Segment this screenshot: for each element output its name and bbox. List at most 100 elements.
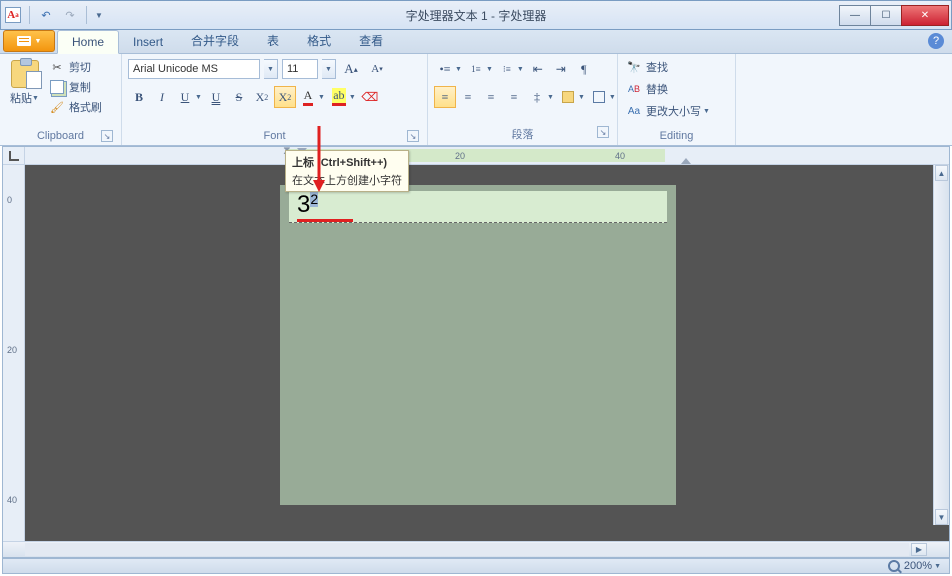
scroll-up-button[interactable]: ▲ bbox=[935, 165, 948, 181]
app-icon[interactable]: Aa bbox=[5, 7, 21, 23]
underline-button[interactable]: U bbox=[174, 86, 196, 108]
increase-indent-button[interactable]: ⇥ bbox=[550, 58, 572, 80]
ruler-tick: 20 bbox=[7, 345, 17, 355]
multilevel-button[interactable]: ⁝≡ bbox=[496, 58, 518, 80]
shrink-font-button[interactable]: A▾ bbox=[366, 58, 388, 80]
tab-table[interactable]: 表 bbox=[253, 28, 293, 53]
zoom-level[interactable]: 200% bbox=[904, 560, 932, 572]
zoom-dropdown[interactable]: ▼ bbox=[934, 563, 943, 570]
font-launcher[interactable]: ↘ bbox=[407, 130, 419, 142]
tab-insert[interactable]: Insert bbox=[119, 31, 177, 53]
help-button[interactable]: ? bbox=[928, 33, 944, 49]
font-name-dropdown[interactable]: ▼ bbox=[264, 59, 278, 79]
line-spacing-dropdown[interactable]: ▼ bbox=[547, 94, 556, 101]
font-color-button[interactable]: A bbox=[297, 86, 319, 108]
tab-selector[interactable] bbox=[3, 147, 25, 165]
change-case-button[interactable]: Aa更改大小写▼ bbox=[624, 102, 714, 120]
strikethrough-button[interactable]: S bbox=[228, 86, 250, 108]
scissors-icon: ✂ bbox=[49, 59, 65, 75]
show-marks-button[interactable]: ¶ bbox=[573, 58, 595, 80]
subscript-button[interactable]: X2 bbox=[251, 86, 273, 108]
paste-button[interactable]: 粘贴▼ bbox=[6, 58, 45, 108]
qat-separator bbox=[86, 6, 87, 24]
underline-dropdown[interactable]: ▼ bbox=[195, 94, 204, 101]
minimize-button[interactable]: — bbox=[839, 5, 871, 26]
replace-button[interactable]: AB替换 bbox=[624, 80, 714, 98]
align-justify-button[interactable]: ≡ bbox=[503, 86, 525, 108]
shading-button[interactable] bbox=[557, 86, 579, 108]
file-menu-icon bbox=[17, 36, 31, 46]
grow-font-button[interactable]: A▴ bbox=[340, 58, 362, 80]
font-size-dropdown[interactable]: ▼ bbox=[322, 59, 336, 79]
tab-view[interactable]: 查看 bbox=[345, 28, 397, 53]
align-right-button[interactable]: ≡ bbox=[480, 86, 502, 108]
tooltip-superscript: 上标 (Ctrl+Shift++) 在文本上方创建小字符 bbox=[285, 150, 409, 192]
maximize-button[interactable]: ☐ bbox=[870, 5, 902, 26]
group-title-clipboard: Clipboard bbox=[37, 130, 84, 142]
vertical-ruler[interactable]: 0 20 40 bbox=[3, 165, 25, 541]
document-canvas[interactable]: 32 ▲ ▼ bbox=[25, 165, 949, 541]
bold-button[interactable]: B bbox=[128, 86, 150, 108]
window-title: 字处理器文本 1 - 字处理器 bbox=[1, 7, 951, 24]
close-button[interactable]: ✕ bbox=[901, 5, 949, 26]
double-underline-button[interactable]: U bbox=[205, 86, 227, 108]
scroll-down-button[interactable]: ▼ bbox=[935, 509, 948, 525]
zoom-icon[interactable] bbox=[888, 560, 900, 572]
copy-button[interactable]: 复制 bbox=[47, 78, 104, 96]
tab-merge-fields[interactable]: 合并字段 bbox=[177, 28, 253, 53]
highlight-dropdown[interactable]: ▼ bbox=[349, 94, 358, 101]
cut-button[interactable]: ✂剪切 bbox=[47, 58, 104, 76]
replace-icon: AB bbox=[626, 81, 642, 97]
font-size-combo[interactable]: 11 bbox=[282, 59, 318, 79]
shading-dropdown[interactable]: ▼ bbox=[578, 94, 587, 101]
undo-button[interactable]: ↶ bbox=[38, 7, 54, 23]
tooltip-title: 上标 (Ctrl+Shift++) bbox=[292, 154, 402, 170]
horizontal-ruler[interactable]: ⧗ 20 40 bbox=[25, 147, 949, 165]
ribbon: 粘贴▼ ✂剪切 复制 🖌格式刷 Clipboard ↘ Arial Unicode… bbox=[0, 54, 952, 146]
file-menu[interactable]: ▼ bbox=[3, 30, 55, 52]
borders-dropdown[interactable]: ▼ bbox=[609, 94, 618, 101]
tooltip-body: 在文本上方创建小字符 bbox=[292, 172, 402, 188]
redo-button[interactable]: ↷ bbox=[62, 7, 78, 23]
copy-icon bbox=[49, 79, 65, 95]
horizontal-scrollbar[interactable]: ◀ ▶ bbox=[3, 541, 949, 557]
group-title-font: Font bbox=[263, 130, 285, 142]
scroll-track[interactable] bbox=[25, 543, 909, 556]
superscript-button[interactable]: X2 bbox=[274, 86, 296, 108]
qat-customize-dropdown[interactable]: ▼ bbox=[95, 11, 103, 20]
selected-superscript: 2 bbox=[310, 191, 318, 207]
line-spacing-button[interactable]: ‡ bbox=[526, 86, 548, 108]
tab-stop-icon bbox=[9, 151, 19, 161]
borders-button[interactable] bbox=[588, 86, 610, 108]
bullets-dropdown[interactable]: ▼ bbox=[455, 66, 464, 73]
change-case-icon: Aa bbox=[626, 103, 642, 119]
clipboard-launcher[interactable]: ↘ bbox=[101, 130, 113, 142]
ruler-tick: 0 bbox=[7, 195, 12, 205]
format-painter-button[interactable]: 🖌格式刷 bbox=[47, 98, 104, 116]
italic-button[interactable]: I bbox=[151, 86, 173, 108]
vertical-scrollbar[interactable]: ▲ ▼ bbox=[933, 165, 949, 525]
brush-icon: 🖌 bbox=[49, 99, 65, 115]
scroll-right-button[interactable]: ▶ bbox=[911, 543, 927, 556]
decrease-indent-button[interactable]: ⇤ bbox=[527, 58, 549, 80]
font-color-dropdown[interactable]: ▼ bbox=[318, 94, 327, 101]
group-font: Arial Unicode MS▼ 11▼ A▴ A▾ B I U▼ U S X… bbox=[122, 54, 428, 145]
numbering-dropdown[interactable]: ▼ bbox=[486, 66, 495, 73]
tab-format[interactable]: 格式 bbox=[293, 28, 345, 53]
tab-home[interactable]: Home bbox=[57, 30, 119, 54]
highlight-button[interactable]: ab bbox=[328, 86, 350, 108]
numbering-button[interactable]: 1≡ bbox=[465, 58, 487, 80]
right-indent-marker[interactable] bbox=[681, 156, 691, 164]
clear-formatting-button[interactable]: ⌫ bbox=[359, 86, 381, 108]
binoculars-icon: 🔭 bbox=[626, 59, 642, 75]
align-center-button[interactable]: ≡ bbox=[457, 86, 479, 108]
font-name-combo[interactable]: Arial Unicode MS bbox=[128, 59, 260, 79]
multilevel-dropdown[interactable]: ▼ bbox=[517, 66, 526, 73]
align-left-button[interactable]: ≡ bbox=[434, 86, 456, 108]
page: 32 bbox=[280, 185, 676, 505]
document-text[interactable]: 32 bbox=[297, 191, 318, 219]
find-button[interactable]: 🔭查找 bbox=[624, 58, 714, 76]
paragraph-launcher[interactable]: ↘ bbox=[597, 126, 609, 138]
bullets-button[interactable]: •≡ bbox=[434, 58, 456, 80]
ruler-tick: 40 bbox=[7, 495, 17, 505]
